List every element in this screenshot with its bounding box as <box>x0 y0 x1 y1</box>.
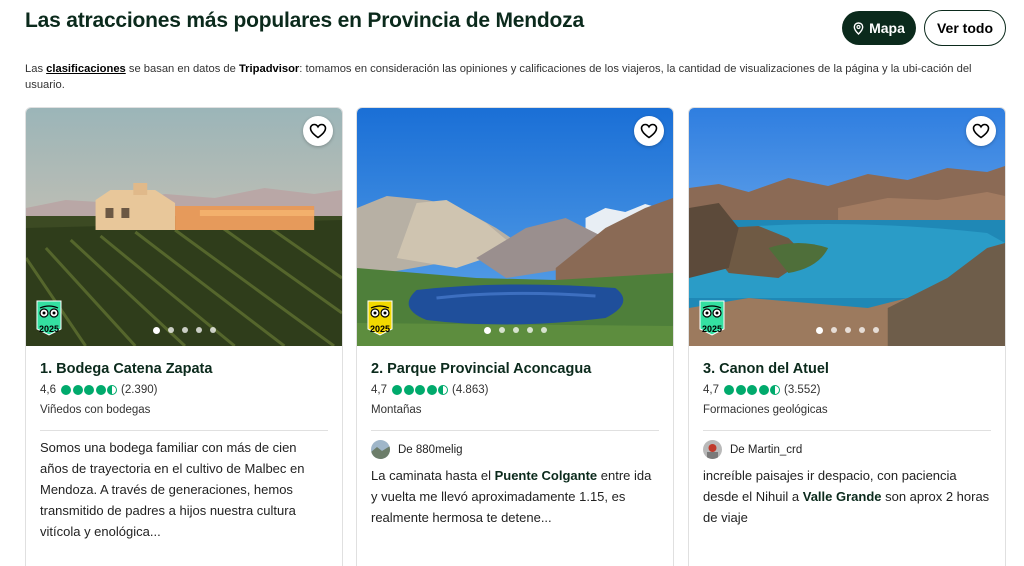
rating-bubbles-icon <box>61 385 117 395</box>
carousel-dot[interactable] <box>540 327 547 333</box>
attraction-name[interactable]: 3. Canon del Atuel <box>703 359 991 379</box>
reviewer[interactable]: De Martin_crd <box>703 440 991 459</box>
review-highlight: Valle Grande <box>802 489 882 504</box>
rating-row: 4,6 (2.390) <box>40 382 328 398</box>
rating-value: 4,7 <box>371 384 387 396</box>
attraction-photo[interactable]: 2025 <box>357 108 673 346</box>
review-count[interactable]: (3.552) <box>784 384 820 396</box>
avatar <box>703 440 722 459</box>
winery-photo <box>26 108 342 346</box>
save-heart-button[interactable] <box>634 116 664 146</box>
save-heart-button[interactable] <box>303 116 333 146</box>
attraction-name[interactable]: 2. Parque Provincial Aconcagua <box>371 359 659 379</box>
rating-row: 4,7 (3.552) <box>703 382 991 398</box>
map-button[interactable]: Mapa <box>842 11 916 45</box>
review-text-start: La caminata hasta el <box>371 468 495 483</box>
divider <box>703 430 991 431</box>
divider <box>371 430 659 431</box>
rating-bubbles-icon <box>724 385 780 395</box>
review-snippet: increíble paisajes ir despacio, con paci… <box>703 465 991 528</box>
divider <box>40 430 328 431</box>
reviewer[interactable]: De 880melig <box>371 440 659 459</box>
attraction-card[interactable]: 2025 1. Bodega Catena Zapata 4,6 (2.390)… <box>25 107 343 566</box>
carousel-dot[interactable] <box>167 327 174 333</box>
map-pin-icon <box>853 21 864 35</box>
carousel-dot[interactable] <box>844 327 851 333</box>
heart-icon <box>309 123 327 139</box>
heart-icon <box>972 123 990 139</box>
carousel-dot[interactable] <box>181 327 188 333</box>
heart-icon <box>640 123 658 139</box>
carousel-dot[interactable] <box>209 327 216 333</box>
carousel-dot[interactable] <box>498 327 505 333</box>
reviewer-name[interactable]: De Martin_crd <box>730 444 802 456</box>
rating-value: 4,6 <box>40 384 56 396</box>
attraction-card[interactable]: 2025 3. Canon del Atuel 4,7 (3.552) Form… <box>688 107 1006 566</box>
carousel-dot[interactable] <box>872 327 879 333</box>
rating-row: 4,7 (4.863) <box>371 382 659 398</box>
canyon-photo <box>689 108 1005 346</box>
carousel-dot[interactable] <box>815 326 823 334</box>
review-highlight: Puente Colgante <box>494 468 598 483</box>
attraction-category: Formaciones geológicas <box>703 404 828 416</box>
review-count[interactable]: (4.863) <box>452 384 488 396</box>
reviewer-name[interactable]: De 880melig <box>398 444 463 456</box>
attraction-category: Viñedos con bodegas <box>40 404 151 416</box>
carousel-dot[interactable] <box>195 327 202 333</box>
rating-bubbles-icon <box>392 385 448 395</box>
carousel-dots <box>26 326 342 334</box>
rankings-link[interactable]: clasificaciones <box>46 63 126 75</box>
attraction-description: Somos una bodega familiar con más de cie… <box>40 440 305 539</box>
section-title: Las atracciones más populares en Provinc… <box>25 9 584 32</box>
aconcagua-photo <box>357 108 673 346</box>
section-header: Las atracciones más populares en Provinc… <box>25 8 1006 48</box>
review-count[interactable]: (2.390) <box>121 384 157 396</box>
disclaimer-middle: se basan en datos de <box>125 63 239 75</box>
disclaimer-brand: Tripadvisor <box>238 63 300 75</box>
review-snippet: La caminata hasta el Puente Colgante ent… <box>371 465 659 528</box>
carousel-dot[interactable] <box>858 327 865 333</box>
attraction-photo[interactable]: 2025 <box>26 108 342 346</box>
disclaimer-prefix: Las <box>25 63 47 75</box>
see-all-button[interactable]: Ver todo <box>924 10 1006 46</box>
map-button-label: Mapa <box>869 20 905 36</box>
attraction-card[interactable]: 2025 2. Parque Provincial Aconcagua 4,7 … <box>356 107 674 566</box>
save-heart-button[interactable] <box>966 116 996 146</box>
ranking-disclaimer: Las clasificaciones se basan en datos de… <box>25 62 1009 93</box>
carousel-dots <box>689 326 1005 334</box>
rating-value: 4,7 <box>703 384 719 396</box>
carousel-dot[interactable] <box>483 326 491 334</box>
attraction-name[interactable]: 1. Bodega Catena Zapata <box>40 359 328 379</box>
attraction-photo[interactable]: 2025 <box>689 108 1005 346</box>
avatar <box>371 440 390 459</box>
carousel-dot[interactable] <box>830 327 837 333</box>
carousel-dot[interactable] <box>512 327 519 333</box>
attraction-category: Montañas <box>371 404 422 416</box>
carousel-dot[interactable] <box>152 326 160 334</box>
carousel-dots <box>357 326 673 334</box>
carousel-dot[interactable] <box>526 327 533 333</box>
